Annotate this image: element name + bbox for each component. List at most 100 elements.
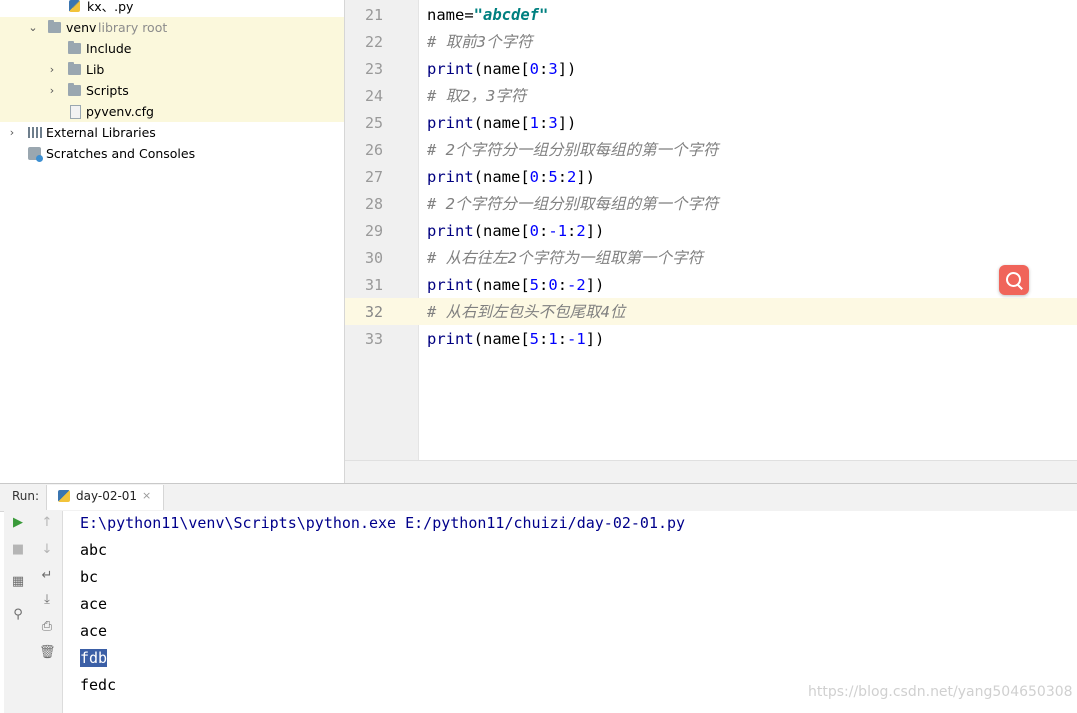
code-token: (name[ [473,276,530,294]
code-line[interactable]: # 从右到左包头不包尾取4位 [427,299,626,326]
tree-item-label: Include [86,41,132,56]
tree-item-scripts[interactable]: › Scripts [0,80,344,101]
code-line[interactable]: # 2个字符分一组分别取每组的第一个字符 [427,137,719,164]
stop-icon[interactable]: ■ [10,542,26,558]
builtin-token: print [427,222,474,240]
close-tab-button[interactable]: × [142,489,151,502]
tree-item-kx-py[interactable]: kx、.py [0,0,344,17]
chevron-down-icon[interactable]: ⌄ [27,17,39,38]
code-comment: # 取前3个字符 [427,33,533,51]
run-toolbar-secondary: ↑ ↓ ↵ ⤓ ⎙ 🗑 [33,511,63,713]
code-token: (name[ [473,168,530,186]
python-icon [58,490,70,502]
tree-item-label: venv [66,20,97,35]
line-number: 32 [364,303,383,321]
chevron-right-icon[interactable]: › [46,59,58,80]
line-number: 21 [364,6,383,24]
console-output[interactable] [63,511,1077,713]
line-number: 30 [364,249,383,267]
number-token: 5 [548,168,558,186]
console-line: fedc [80,676,117,694]
code-line[interactable]: name="abcdef" [427,2,548,29]
code-token: ]) [557,60,577,78]
search-button[interactable] [999,265,1029,295]
code-token: : [539,330,549,348]
chevron-right-icon[interactable]: › [46,80,58,101]
trash-icon[interactable]: 🗑 [39,645,56,661]
tree-item-scratches[interactable]: Scratches and Consoles [0,143,344,164]
number-token: 3 [548,60,558,78]
console-line: ace [80,622,108,640]
code-token: (name[ [473,330,530,348]
scroll-to-end-icon[interactable]: ⤓ [39,592,55,608]
number-token: 0 [529,168,540,186]
tree-item-venv[interactable]: ⌄ venv library root [0,17,344,38]
tree-item-label: Scratches and Consoles [46,146,196,161]
console-line: ace [80,595,108,613]
number-token: 2 [576,222,586,240]
scratch-icon [28,147,43,162]
folder-icon [68,83,81,96]
line-number: 33 [364,330,383,348]
code-token: : [557,276,568,294]
code-token: : [557,168,568,186]
code-line[interactable]: print(name[5:1:-1]) [427,326,604,353]
code-token: (name[ [473,60,530,78]
rerun-icon[interactable]: ▶ [10,515,26,531]
code-line[interactable]: print(name[0:-1:2]) [427,218,604,245]
code-line[interactable]: print(name[0:3]) [427,56,576,83]
builtin-token: print [427,168,474,186]
code-line[interactable]: print(name[5:0:-2]) [427,272,604,299]
code-line[interactable]: # 取前3个字符 [427,29,533,56]
code-line[interactable]: print(name[0:5:2]) [427,164,595,191]
selected-text[interactable]: fdb [80,649,108,667]
number-token: -1 [567,330,586,348]
code-line[interactable]: # 2个字符分一组分别取每组的第一个字符 [427,191,719,218]
chevron-right-icon[interactable]: › [6,122,18,143]
code-line[interactable]: print(name[1:3]) [427,110,576,137]
code-token: name= [427,6,474,24]
line-number: 25 [364,114,383,132]
print-icon[interactable]: ⎙ [39,619,55,635]
builtin-token: print [427,276,474,294]
code-token: ]) [576,168,596,186]
number-token: 3 [548,114,558,132]
folder-icon [68,62,81,75]
folder-icon [48,20,61,33]
number-token: 1 [529,114,540,132]
arrow-down-icon[interactable]: ↓ [39,542,55,558]
soft-wrap-icon[interactable]: ↵ [39,568,55,584]
code-comment: # 从右往左2个字符为一组取第一个字符 [427,249,703,267]
console-line-selected: fdb [80,645,108,672]
arrow-up-icon[interactable]: ↑ [39,515,55,531]
editor-horizontal-scrollbar[interactable] [345,460,1077,484]
tree-item-include[interactable]: Include [0,38,344,59]
code-token: : [539,168,549,186]
code-token: ]) [585,330,605,348]
pin-icon[interactable]: ⚲ [10,607,26,623]
tree-item-lib[interactable]: › Lib [0,59,344,80]
tree-item-pyvenv-cfg[interactable]: pyvenv.cfg [0,101,344,122]
string-token: "abcdef" [473,6,549,24]
code-line[interactable]: # 取2，3字符 [427,83,526,110]
number-token: 5 [529,330,540,348]
code-token: : [539,60,549,78]
code-token: : [539,222,549,240]
python-file-icon [69,0,80,12]
line-number: 31 [364,276,383,294]
tree-item-label: pyvenv.cfg [86,104,154,119]
code-token: ]) [585,222,605,240]
number-token: 2 [567,168,577,186]
tree-item-external-libraries[interactable]: › External Libraries [0,122,344,143]
search-icon-handle [1017,284,1023,290]
code-line[interactable]: # 从右往左2个字符为一组取第一个字符 [427,245,703,272]
run-tab-label: day-02-01 [76,489,138,503]
console-line: bc [80,568,99,586]
number-token: 0 [548,276,558,294]
layout-icon[interactable]: ▦ [10,574,26,590]
line-number: 24 [364,87,383,105]
code-token: ]) [557,114,577,132]
number-token: 0 [529,60,540,78]
folder-icon [68,41,81,54]
run-label: Run: [12,489,40,503]
